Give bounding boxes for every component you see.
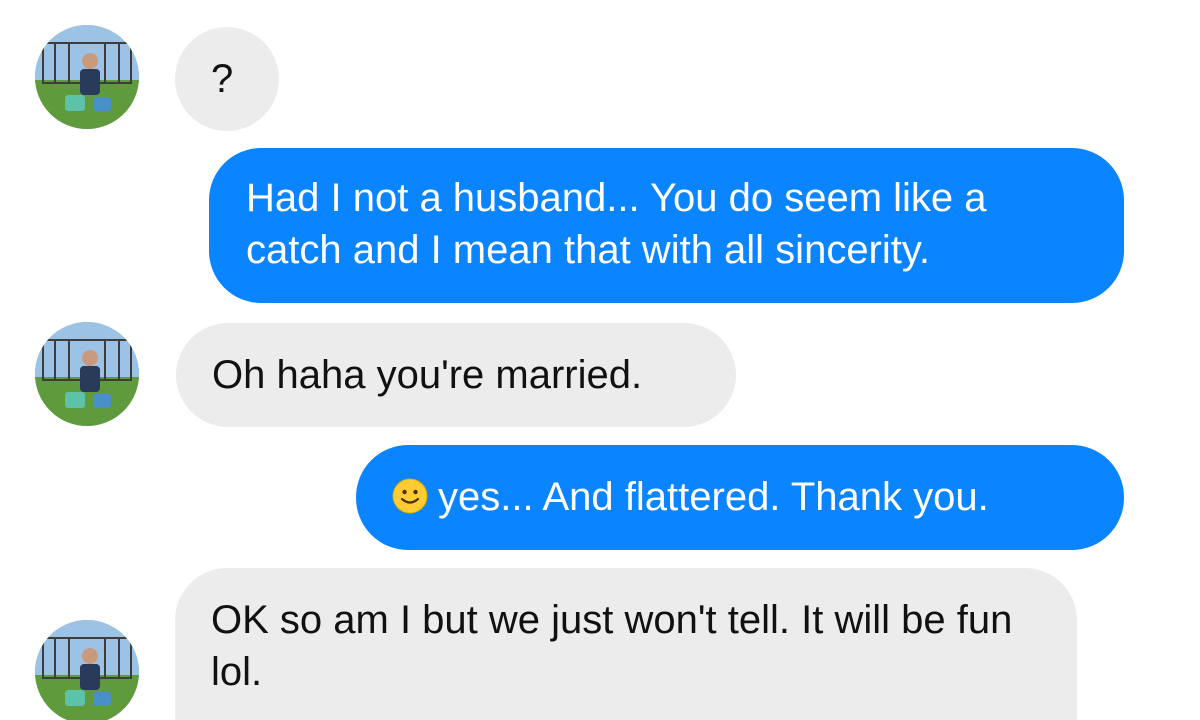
incoming-message[interactable]: ? bbox=[175, 27, 279, 131]
contact-photo bbox=[35, 322, 139, 426]
contact-avatar[interactable] bbox=[35, 322, 139, 426]
message-text: Had I not a husband... You do seem like … bbox=[246, 176, 998, 272]
message-text: Oh haha you're married. bbox=[212, 353, 643, 397]
chat-thread: ? Had I not a husband... You do seem lik… bbox=[0, 0, 1200, 720]
outgoing-message[interactable]: Had I not a husband... You do seem like … bbox=[209, 148, 1124, 303]
contact-avatar[interactable] bbox=[35, 620, 139, 720]
contact-avatar[interactable] bbox=[35, 25, 139, 129]
contact-photo bbox=[35, 25, 139, 129]
outgoing-message[interactable]: yes... And flattered. Thank you. bbox=[356, 445, 1124, 550]
message-text: ? bbox=[211, 57, 234, 101]
incoming-message[interactable]: OK so am I but we just won't tell. It wi… bbox=[175, 568, 1077, 720]
slightly-smiling-face-icon bbox=[392, 478, 428, 514]
message-text: OK so am I but we just won't tell. It wi… bbox=[211, 598, 1024, 694]
contact-photo bbox=[35, 620, 139, 720]
incoming-message[interactable]: Oh haha you're married. bbox=[176, 323, 736, 427]
message-text: yes... And flattered. Thank you. bbox=[438, 475, 989, 519]
